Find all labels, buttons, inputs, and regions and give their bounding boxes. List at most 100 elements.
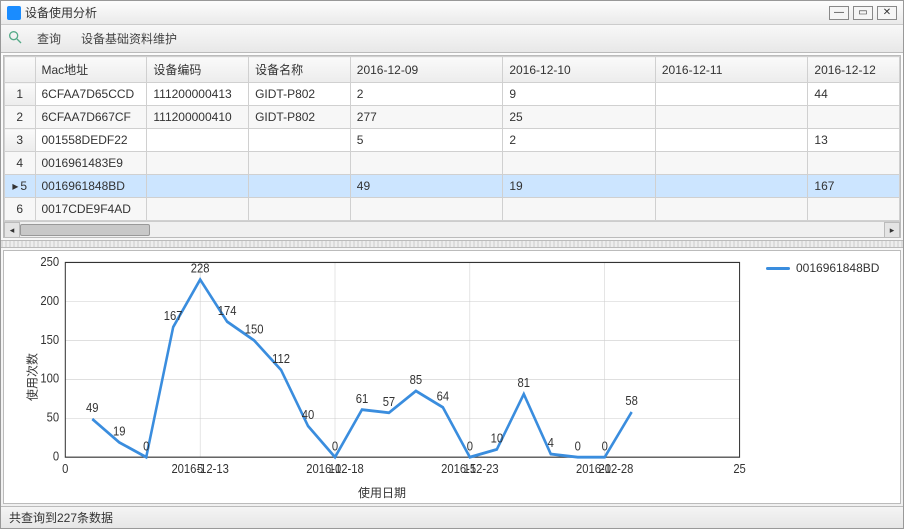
cell[interactable] bbox=[249, 152, 351, 175]
svg-text:228: 228 bbox=[191, 261, 210, 276]
scroll-right-arrow[interactable]: ▸ bbox=[884, 222, 900, 238]
cell[interactable] bbox=[249, 175, 351, 198]
svg-text:61: 61 bbox=[356, 391, 369, 406]
svg-text:64: 64 bbox=[437, 389, 450, 404]
cell[interactable]: 6CFAA7D65CCD bbox=[35, 83, 147, 106]
window-title: 设备使用分析 bbox=[25, 4, 825, 21]
col-d1[interactable]: 2016-12-09 bbox=[350, 57, 503, 83]
cell[interactable]: 0016961848BD bbox=[35, 175, 147, 198]
cell[interactable]: 277 bbox=[350, 106, 503, 129]
table-row[interactable]: 60017CDE9F4AD bbox=[5, 198, 900, 221]
svg-text:0: 0 bbox=[332, 439, 339, 454]
cell[interactable]: 25 bbox=[503, 106, 656, 129]
cell[interactable]: 6CFAA7D667CF bbox=[35, 106, 147, 129]
x-axis-label: 使用日期 bbox=[358, 484, 406, 501]
svg-text:0: 0 bbox=[602, 439, 609, 454]
maximize-button[interactable]: ▭ bbox=[853, 6, 873, 20]
cell[interactable] bbox=[655, 175, 808, 198]
scroll-thumb[interactable] bbox=[20, 224, 150, 236]
table-row[interactable]: 50016961848BD 4919 167 bbox=[5, 175, 900, 198]
cell[interactable] bbox=[147, 129, 249, 152]
cell[interactable] bbox=[655, 129, 808, 152]
svg-text:250: 250 bbox=[40, 254, 59, 269]
cell[interactable]: GIDT-P802 bbox=[249, 83, 351, 106]
cell[interactable] bbox=[808, 106, 900, 129]
cell[interactable] bbox=[503, 152, 656, 175]
col-d2[interactable]: 2016-12-10 bbox=[503, 57, 656, 83]
cell[interactable] bbox=[147, 175, 249, 198]
cell[interactable]: 5 bbox=[350, 129, 503, 152]
cell[interactable]: 44 bbox=[808, 83, 900, 106]
chart-plot: 使用次数 05010015020025005101520252016-12-13… bbox=[4, 251, 760, 503]
cell[interactable] bbox=[808, 198, 900, 221]
svg-text:150: 150 bbox=[40, 332, 59, 347]
cell[interactable] bbox=[808, 152, 900, 175]
cell[interactable] bbox=[147, 152, 249, 175]
svg-text:85: 85 bbox=[410, 372, 423, 387]
statusbar: 共查询到227条数据 bbox=[1, 506, 903, 528]
cell[interactable]: 2 bbox=[503, 129, 656, 152]
cell[interactable] bbox=[350, 198, 503, 221]
svg-text:2016-12-13: 2016-12-13 bbox=[171, 462, 229, 477]
table-row[interactable]: 16CFAA7D65CCD111200000413GIDT-P80229 44 bbox=[5, 83, 900, 106]
horizontal-scrollbar[interactable]: ◂ ▸ bbox=[4, 221, 900, 237]
cell[interactable] bbox=[655, 198, 808, 221]
data-grid[interactable]: Mac地址 设备编码 设备名称 2016-12-09 2016-12-10 20… bbox=[3, 55, 901, 238]
cell[interactable]: 13 bbox=[808, 129, 900, 152]
svg-text:0: 0 bbox=[467, 439, 474, 454]
row-number: 1 bbox=[5, 83, 36, 106]
svg-text:100: 100 bbox=[40, 371, 59, 386]
svg-text:0: 0 bbox=[143, 439, 150, 454]
cell[interactable]: GIDT-P802 bbox=[249, 106, 351, 129]
query-button[interactable]: 查询 bbox=[31, 28, 67, 49]
svg-text:25: 25 bbox=[733, 462, 746, 477]
cell[interactable]: 001558DEDF22 bbox=[35, 129, 147, 152]
cell[interactable]: 2 bbox=[350, 83, 503, 106]
cell[interactable] bbox=[655, 83, 808, 106]
svg-text:40: 40 bbox=[302, 408, 315, 423]
col-mac[interactable]: Mac地址 bbox=[35, 57, 147, 83]
cell[interactable]: 167 bbox=[808, 175, 900, 198]
table-row[interactable]: 40016961483E9 bbox=[5, 152, 900, 175]
minimize-button[interactable]: — bbox=[829, 6, 849, 20]
cell[interactable] bbox=[503, 198, 656, 221]
cell[interactable]: 111200000413 bbox=[147, 83, 249, 106]
cell[interactable] bbox=[655, 152, 808, 175]
cell[interactable]: 9 bbox=[503, 83, 656, 106]
maintain-button[interactable]: 设备基础资料维护 bbox=[75, 28, 183, 49]
svg-text:150: 150 bbox=[245, 322, 264, 337]
svg-text:200: 200 bbox=[40, 293, 59, 308]
svg-text:4: 4 bbox=[548, 436, 555, 451]
cell[interactable]: 0016961483E9 bbox=[35, 152, 147, 175]
splitter[interactable] bbox=[1, 240, 903, 248]
col-d4[interactable]: 2016-12-12 bbox=[808, 57, 900, 83]
app-icon bbox=[7, 6, 21, 20]
cell[interactable]: 111200000410 bbox=[147, 106, 249, 129]
cell[interactable] bbox=[350, 152, 503, 175]
cell[interactable] bbox=[655, 106, 808, 129]
table-row[interactable]: 3001558DEDF225213 bbox=[5, 129, 900, 152]
scroll-left-arrow[interactable]: ◂ bbox=[4, 222, 20, 238]
cell[interactable]: 19 bbox=[503, 175, 656, 198]
y-axis-label: 使用次数 bbox=[24, 353, 41, 401]
col-d3[interactable]: 2016-12-11 bbox=[655, 57, 808, 83]
svg-text:0: 0 bbox=[575, 439, 582, 454]
row-number: 4 bbox=[5, 152, 36, 175]
svg-text:2016-12-18: 2016-12-18 bbox=[306, 462, 364, 477]
cell[interactable] bbox=[249, 129, 351, 152]
cell[interactable] bbox=[249, 198, 351, 221]
cell[interactable]: 49 bbox=[350, 175, 503, 198]
toolbar: 查询 设备基础资料维护 bbox=[1, 25, 903, 53]
row-number: 5 bbox=[5, 175, 36, 198]
cell[interactable] bbox=[147, 198, 249, 221]
col-code[interactable]: 设备编码 bbox=[147, 57, 249, 83]
cell[interactable]: 0017CDE9F4AD bbox=[35, 198, 147, 221]
svg-text:81: 81 bbox=[518, 376, 531, 391]
legend-label: 0016961848BD bbox=[796, 261, 879, 275]
close-button[interactable]: ✕ bbox=[877, 6, 897, 20]
svg-text:19: 19 bbox=[113, 424, 126, 439]
status-text: 共查询到227条数据 bbox=[9, 509, 113, 526]
col-name[interactable]: 设备名称 bbox=[249, 57, 351, 83]
table-row[interactable]: 26CFAA7D667CF111200000410GIDT-P80227725 bbox=[5, 106, 900, 129]
grid-header: Mac地址 设备编码 设备名称 2016-12-09 2016-12-10 20… bbox=[5, 57, 900, 83]
